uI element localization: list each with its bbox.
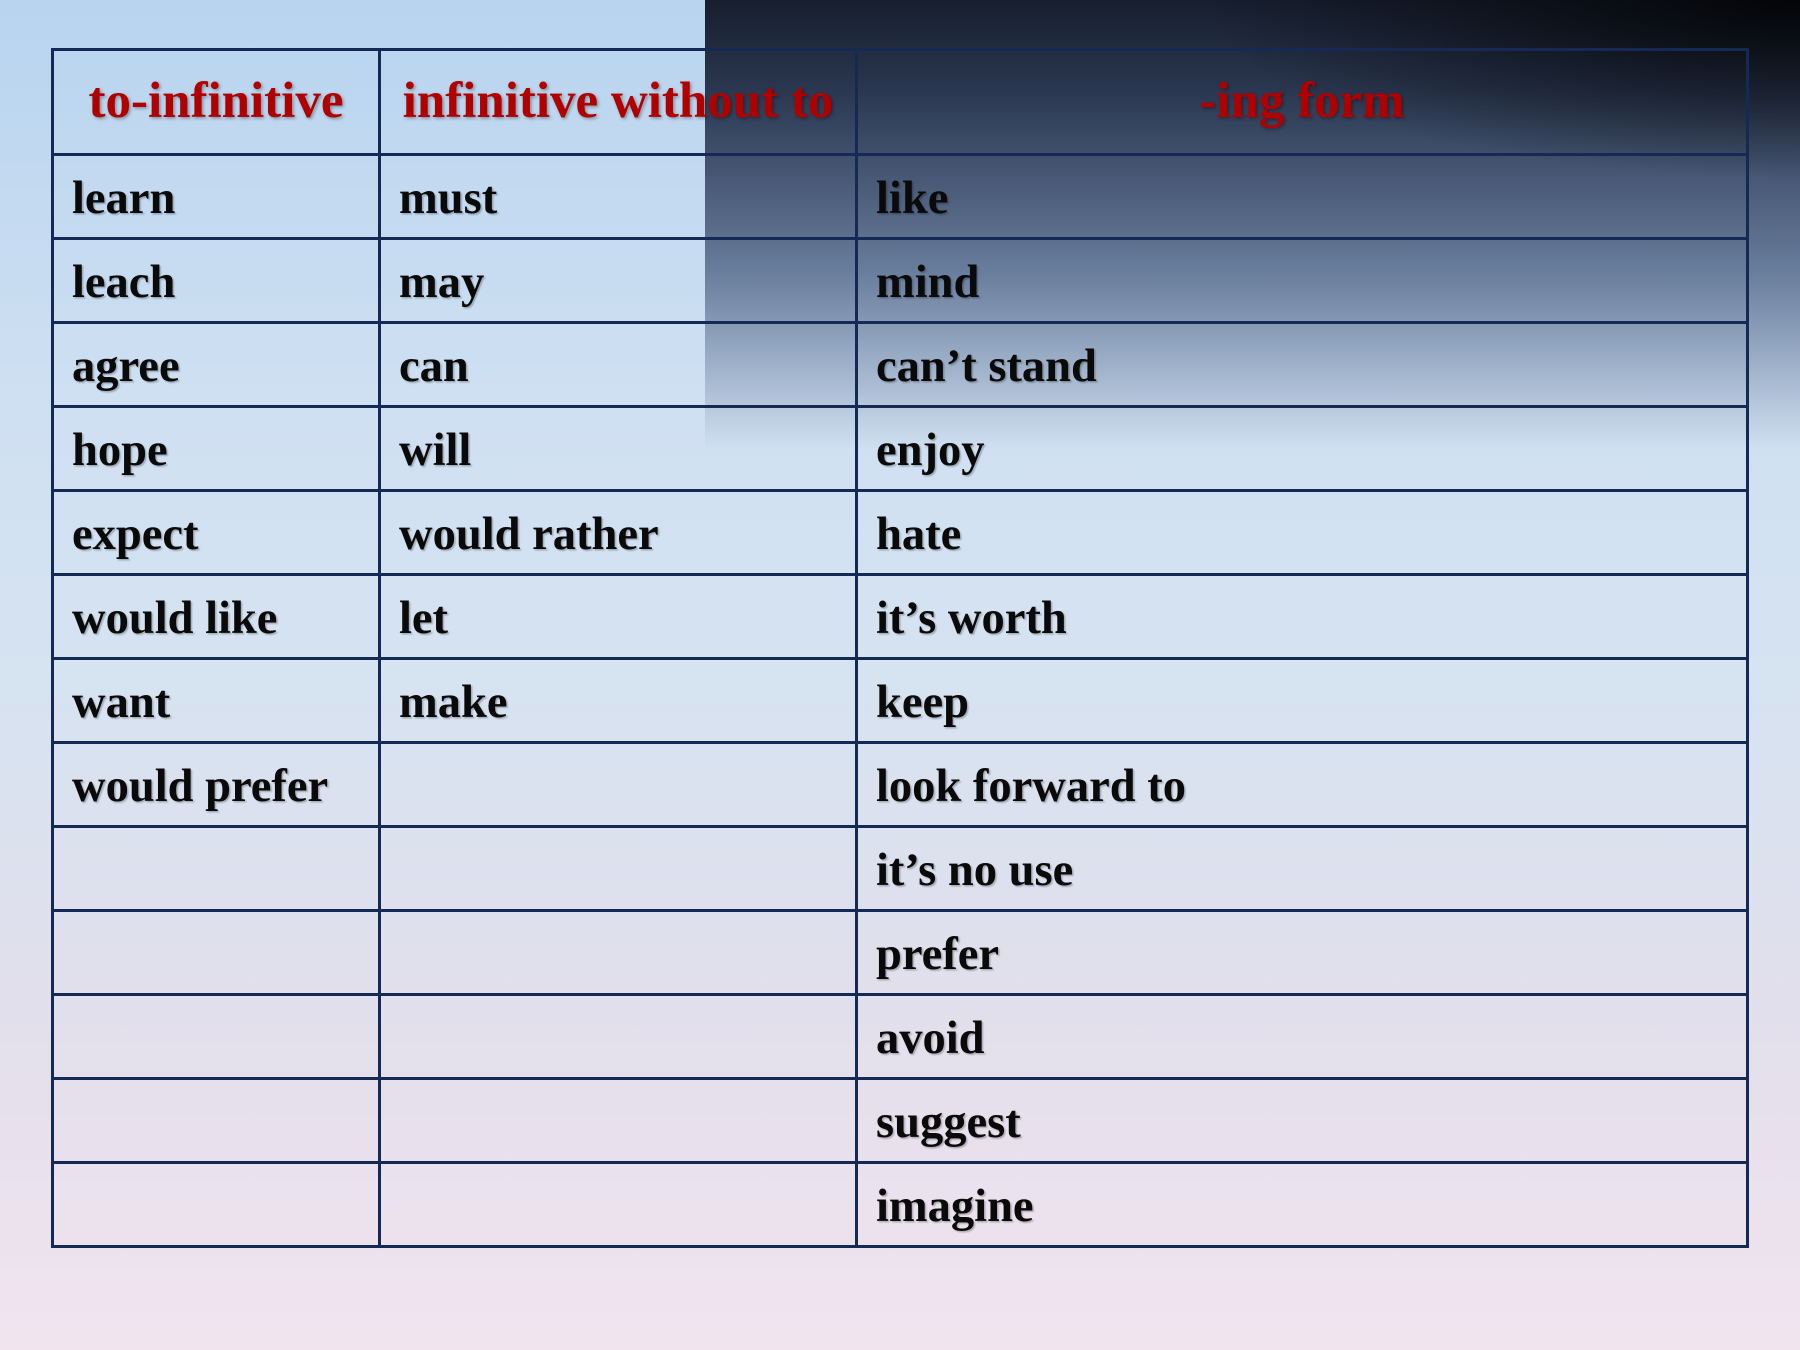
cell-col1: leach xyxy=(53,239,380,323)
cell-col1 xyxy=(53,1079,380,1163)
cell-col2: must xyxy=(380,155,857,239)
table-row: want make keep xyxy=(53,659,1748,743)
cell-col2: let xyxy=(380,575,857,659)
cell-col2: will xyxy=(380,407,857,491)
cell-col3: it’s worth xyxy=(857,575,1748,659)
cell-col2: would rather xyxy=(380,491,857,575)
cell-col2: make xyxy=(380,659,857,743)
cell-col2 xyxy=(380,1163,857,1247)
cell-col1: expect xyxy=(53,491,380,575)
table-row: prefer xyxy=(53,911,1748,995)
table-row: leach may mind xyxy=(53,239,1748,323)
header-infinitive-without-to: infinitive without to xyxy=(380,50,857,155)
cell-col3: mind xyxy=(857,239,1748,323)
cell-col2: can xyxy=(380,323,857,407)
grammar-table: to-infinitive infinitive without to -ing… xyxy=(51,48,1749,1248)
table-header-row: to-infinitive infinitive without to -ing… xyxy=(53,50,1748,155)
table-row: imagine xyxy=(53,1163,1748,1247)
cell-col2 xyxy=(380,995,857,1079)
cell-col2 xyxy=(380,1079,857,1163)
header-to-infinitive: to-infinitive xyxy=(53,50,380,155)
cell-col3: keep xyxy=(857,659,1748,743)
cell-col2 xyxy=(380,911,857,995)
table-row: would prefer look forward to xyxy=(53,743,1748,827)
cell-col3: it’s no use xyxy=(857,827,1748,911)
cell-col3: suggest xyxy=(857,1079,1748,1163)
table-row: expect would rather hate xyxy=(53,491,1748,575)
table-row: hope will enjoy xyxy=(53,407,1748,491)
cell-col3: like xyxy=(857,155,1748,239)
cell-col1: would prefer xyxy=(53,743,380,827)
cell-col1 xyxy=(53,911,380,995)
cell-col1: want xyxy=(53,659,380,743)
cell-col3: enjoy xyxy=(857,407,1748,491)
table-row: learn must like xyxy=(53,155,1748,239)
cell-col1 xyxy=(53,827,380,911)
cell-col1: learn xyxy=(53,155,380,239)
cell-col3: can’t stand xyxy=(857,323,1748,407)
cell-col1: would like xyxy=(53,575,380,659)
cell-col3: imagine xyxy=(857,1163,1748,1247)
cell-col3: hate xyxy=(857,491,1748,575)
cell-col3: look forward to xyxy=(857,743,1748,827)
cell-col1: hope xyxy=(53,407,380,491)
cell-col1 xyxy=(53,1163,380,1247)
cell-col3: prefer xyxy=(857,911,1748,995)
cell-col3: avoid xyxy=(857,995,1748,1079)
table-row: it’s no use xyxy=(53,827,1748,911)
cell-col2 xyxy=(380,743,857,827)
table-row: suggest xyxy=(53,1079,1748,1163)
header-ing-form: -ing form xyxy=(857,50,1748,155)
table-row: agree can can’t stand xyxy=(53,323,1748,407)
table-row: avoid xyxy=(53,995,1748,1079)
cell-col1: agree xyxy=(53,323,380,407)
table-row: would like let it’s worth xyxy=(53,575,1748,659)
slide-content: to-infinitive infinitive without to -ing… xyxy=(0,0,1800,1350)
cell-col2 xyxy=(380,827,857,911)
cell-col2: may xyxy=(380,239,857,323)
cell-col1 xyxy=(53,995,380,1079)
